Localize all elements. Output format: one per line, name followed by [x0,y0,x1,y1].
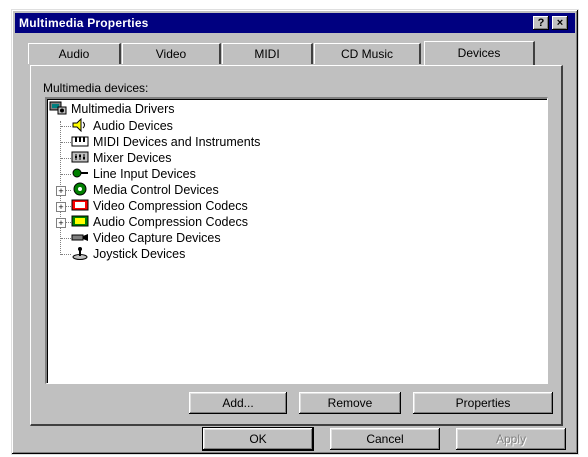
tree-branch [61,174,71,175]
speaker-icon [72,118,85,132]
device-tree[interactable]: Multimedia Drivers Audio Devices MIDI De… [45,97,548,384]
tree-branch [61,238,71,239]
remove-button[interactable]: Remove [299,392,401,414]
tab-strip: Audio Video MIDI CD Music Devices [26,41,556,65]
tree-root-label: Multimedia Drivers [71,102,175,116]
tree-item-video-compression-codecs[interactable]: Video Compression Codecs [71,198,248,214]
tree-item-video-capture-devices[interactable]: Video Capture Devices [71,230,221,246]
properties-button[interactable]: Properties [413,392,553,414]
tree-item-label: Video Capture Devices [93,231,221,245]
expand-media-control[interactable]: + [56,186,66,196]
tree-item-label: Audio Compression Codecs [93,215,248,229]
line-input-icon [72,168,88,178]
ok-button[interactable]: OK [202,427,314,451]
tree-branch [61,254,71,255]
midi-keyboard-icon [71,136,89,147]
help-button[interactable]: ? [533,16,549,30]
tree-branch [61,126,71,127]
video-capture-icon [71,234,88,241]
tree-item-label: Joystick Devices [93,247,186,261]
multimedia-properties-window: Multimedia Properties ? × Audio Video MI… [11,9,579,455]
close-button[interactable]: × [552,16,568,30]
tree-item-midi-devices[interactable]: MIDI Devices and Instruments [71,134,260,150]
tree-item-audio-compression-codecs[interactable]: Audio Compression Codecs [71,214,248,230]
tab-video[interactable]: Video [122,43,221,64]
audio-codec-icon [71,215,89,227]
video-codec-icon [71,199,89,211]
add-button[interactable]: Add... [189,392,287,414]
multimedia-devices-label: Multimedia devices: [43,81,149,95]
tree-item-label: Mixer Devices [93,151,172,165]
joystick-icon [72,247,88,260]
cancel-button[interactable]: Cancel [330,428,440,450]
tab-midi[interactable]: MIDI [222,43,313,64]
tree-item-label: Line Input Devices [93,167,196,181]
tree-branch [61,142,71,143]
tree-item-joystick-devices[interactable]: Joystick Devices [71,246,185,262]
expand-video-codecs[interactable]: + [56,202,66,212]
tab-cd-music[interactable]: CD Music [314,43,421,64]
apply-button[interactable]: Apply [456,428,566,450]
tree-item-label: Media Control Devices [93,183,219,197]
mixer-icon [71,151,89,163]
tree-branch [61,158,71,159]
media-control-icon [73,182,87,196]
tree-item-mixer-devices[interactable]: Mixer Devices [71,150,172,166]
tree-item-label: Audio Devices [93,119,173,133]
tree-item-line-input-devices[interactable]: Line Input Devices [71,166,196,182]
tree-item-media-control-devices[interactable]: Media Control Devices [71,182,219,198]
window-title: Multimedia Properties [19,16,149,30]
devices-panel: Multimedia devices: Multimedia Drivers A… [30,65,563,426]
tree-item-audio-devices[interactable]: Audio Devices [71,118,173,134]
tree-item-label: MIDI Devices and Instruments [93,135,261,149]
tree-root[interactable]: Multimedia Drivers [49,101,175,117]
expand-audio-codecs[interactable]: + [56,218,66,228]
tab-audio[interactable]: Audio [28,43,121,64]
tree-item-label: Video Compression Codecs [93,199,248,213]
multimedia-drivers-icon [49,101,67,115]
title-bar[interactable]: Multimedia Properties ? × [15,13,575,33]
tab-devices[interactable]: Devices [424,41,535,65]
